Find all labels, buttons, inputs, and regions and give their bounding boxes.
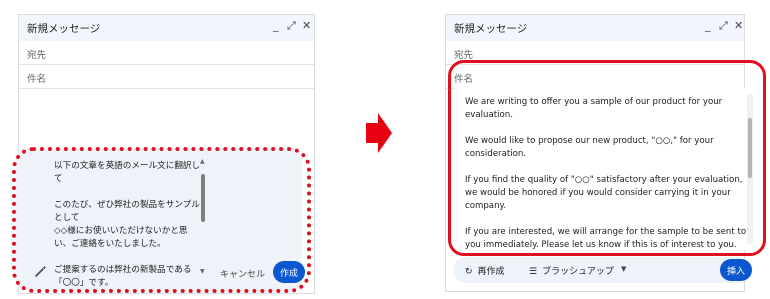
expand-icon[interactable]: ⤢ xyxy=(287,19,296,33)
highlight-dotted-frame xyxy=(12,147,311,293)
brushup-label: ブラッシュアップ xyxy=(542,267,614,277)
compose-titlebar: 新規メッセージ _ ⤢ ✕ xyxy=(19,15,314,41)
refresh-icon: ↻ xyxy=(465,267,473,277)
compose-title: 新規メッセージ xyxy=(27,23,101,35)
close-icon[interactable]: ✕ xyxy=(734,19,743,33)
regenerate-button[interactable]: ↻ 再作成 xyxy=(465,264,505,277)
to-field[interactable]: 宛先 xyxy=(19,41,314,65)
expand-icon[interactable]: ⤢ xyxy=(719,19,728,33)
minimize-icon[interactable]: _ xyxy=(273,19,279,33)
insert-button[interactable]: 挿入 xyxy=(720,259,752,281)
compose-title: 新規メッセージ xyxy=(454,23,528,35)
to-label: 宛先 xyxy=(27,50,47,61)
brushup-button[interactable]: ☰ ブラッシュアップ xyxy=(529,264,614,277)
draft-action-bar: ↻ 再作成 ☰ ブラッシュアップ ▼ xyxy=(453,257,749,283)
to-label: 宛先 xyxy=(454,50,474,61)
subject-label: 件名 xyxy=(27,74,47,85)
right-arrow-icon xyxy=(366,113,392,153)
brush-lines-icon: ☰ xyxy=(529,267,538,277)
minimize-icon[interactable]: _ xyxy=(705,19,711,33)
compose-titlebar: 新規メッセージ _ ⤢ ✕ xyxy=(446,15,744,41)
subject-field[interactable]: 件名 xyxy=(19,65,314,89)
close-icon[interactable]: ✕ xyxy=(302,19,311,33)
regenerate-label: 再作成 xyxy=(477,267,505,277)
highlight-solid-frame xyxy=(448,60,766,256)
caret-down-icon[interactable]: ▼ xyxy=(621,265,626,273)
